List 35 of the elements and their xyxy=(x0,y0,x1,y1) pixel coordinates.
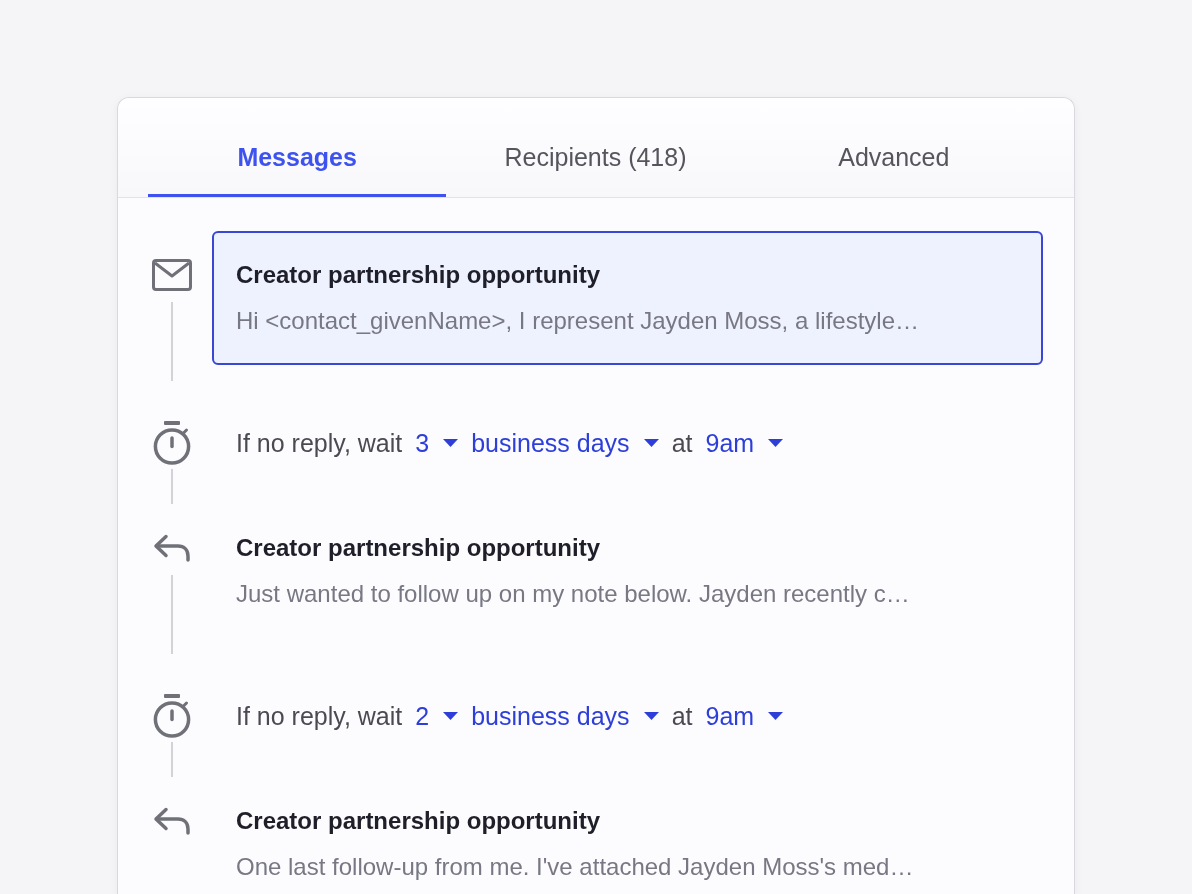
wait-label: If no reply, wait xyxy=(236,701,403,732)
caret-icon xyxy=(443,712,459,720)
stopwatch-icon xyxy=(153,694,191,738)
message-preview: One last follow-up from me. I've attached Jayden Moss's med… xyxy=(236,852,915,882)
at-label: at xyxy=(671,428,693,459)
tab[interactable]: Advanced xyxy=(744,98,1043,197)
message-subject: Creator partnership opportunity xyxy=(236,533,602,563)
message-subject: Creator partnership opportunity xyxy=(236,260,602,290)
envelope-icon xyxy=(152,259,192,291)
unit-dropdown[interactable]: business days xyxy=(471,696,659,736)
count-dropdown[interactable]: 2 xyxy=(415,696,459,736)
timeline-connector xyxy=(171,469,173,504)
time-dropdown[interactable]: 9am xyxy=(705,696,784,736)
caret-icon xyxy=(443,439,459,447)
count-dropdown[interactable]: 3 xyxy=(415,423,459,463)
reply-arrow-icon xyxy=(153,534,191,562)
caret-icon xyxy=(768,439,784,447)
message-subject: Creator partnership opportunity xyxy=(236,806,602,836)
caret-icon xyxy=(768,712,784,720)
at-label: at xyxy=(671,701,693,732)
message-card[interactable]: Creator partnership opportunity One last follow-up from me. I've attached Jayden Moss's med… xyxy=(212,777,1043,894)
wait-label: If no reply, wait xyxy=(236,428,403,459)
tab[interactable]: Recipients (418) xyxy=(446,98,745,197)
message-card[interactable]: Creator partnership opportunity Hi <contact_givenName>, I represent Jayden Moss, a lifestyle… xyxy=(212,231,1043,365)
caret-icon xyxy=(643,712,659,720)
time-dropdown[interactable]: 9am xyxy=(705,423,784,463)
reply-arrow-icon xyxy=(153,807,191,835)
caret-icon xyxy=(643,439,659,447)
stopwatch-icon xyxy=(153,421,191,465)
timeline-connector xyxy=(171,742,173,777)
message-preview: Hi <contact_givenName>, I represent Jayden Moss, a lifestyle… xyxy=(236,306,920,336)
message-preview: Just wanted to follow up on my note below. Jayden recently c… xyxy=(236,579,911,609)
unit-dropdown[interactable]: business days xyxy=(471,423,659,463)
message-card[interactable]: Creator partnership opportunity Just wanted to follow up on my note below. Jayden recently c… xyxy=(212,504,1043,638)
tab[interactable]: Messages xyxy=(148,98,447,197)
